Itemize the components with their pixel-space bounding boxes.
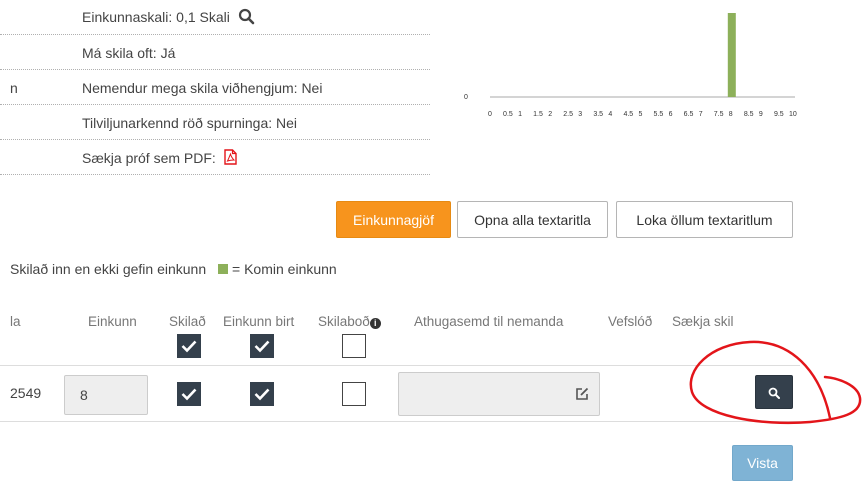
red-annotation-circle bbox=[689, 340, 862, 425]
divider bbox=[0, 139, 430, 140]
save-button[interactable]: Vista bbox=[732, 445, 793, 481]
select-all-submitted-checkbox[interactable] bbox=[177, 334, 201, 358]
x-tick-label: 3.5 bbox=[593, 111, 604, 118]
pdf-icon[interactable] bbox=[224, 149, 237, 168]
legend: Skilað inn en ekki gefin einkunn = Komin… bbox=[10, 261, 337, 277]
legend-swatch bbox=[218, 264, 229, 274]
comment-field[interactable] bbox=[398, 372, 600, 416]
open-all-editors-button[interactable]: Opna alla textaritla bbox=[457, 201, 608, 238]
y-tick-label: 0 bbox=[464, 94, 468, 101]
x-tick-label: 5.5 bbox=[653, 111, 664, 118]
legend-text: Skilað inn en ekki gefin einkunn bbox=[10, 261, 207, 277]
x-tick-label: 0 bbox=[488, 111, 492, 118]
divider bbox=[0, 34, 430, 35]
x-tick-label: 7 bbox=[698, 111, 703, 118]
pdf-row: Sækja próf sem PDF: bbox=[82, 149, 237, 168]
grade-scale-text: Einkunnaskali: 0,1 Skali bbox=[82, 9, 230, 25]
header-grade: Einkunn bbox=[88, 314, 137, 329]
x-tick-label: 4.5 bbox=[623, 111, 634, 118]
pdf-text: Sækja próf sem PDF: bbox=[82, 150, 216, 166]
select-all-published-checkbox[interactable] bbox=[250, 334, 274, 358]
header-messages-label: Skilaboð bbox=[318, 314, 370, 329]
x-tick-label: 0.5 bbox=[503, 111, 513, 118]
header-submitted: Skilað bbox=[169, 314, 206, 329]
info-icon[interactable]: i bbox=[369, 318, 381, 329]
x-tick-label: 2 bbox=[548, 111, 553, 118]
header-comment: Athugasemd til nemanda bbox=[414, 314, 564, 329]
legend-came-label: = Komin einkunn bbox=[232, 261, 337, 277]
x-tick-label: 9 bbox=[758, 111, 763, 118]
attachments-text: Nemendur mega skila viðhengjum: Nei bbox=[82, 80, 323, 96]
header-grade-published: Einkunn birt bbox=[223, 314, 295, 329]
divider bbox=[0, 69, 430, 70]
message-checkbox[interactable] bbox=[342, 382, 366, 406]
x-tick-label: 8.5 bbox=[743, 111, 754, 118]
x-tick-label: 7.5 bbox=[713, 111, 724, 118]
random-order-text: Tilviljunarkennd röð spurninga: Nei bbox=[82, 115, 298, 131]
close-all-editors-button[interactable]: Loka öllum textaritlum bbox=[616, 201, 793, 238]
x-tick-label: 8 bbox=[728, 111, 733, 118]
x-tick-label: 5 bbox=[638, 111, 643, 118]
search-icon[interactable] bbox=[238, 8, 255, 28]
published-checkbox[interactable] bbox=[250, 382, 274, 406]
student-id: 2549 bbox=[10, 385, 42, 401]
header-first: la bbox=[10, 314, 21, 329]
submitted-checkbox[interactable] bbox=[177, 382, 201, 406]
chart-bar bbox=[727, 13, 736, 97]
x-tick-label: 9.5 bbox=[773, 111, 784, 118]
x-tick-label: 1.5 bbox=[533, 111, 543, 118]
grade-scale-row: Einkunnaskali: 0,1 Skali bbox=[82, 8, 255, 28]
grade-input[interactable]: 8 bbox=[64, 375, 148, 415]
x-tick-label: 3 bbox=[578, 111, 583, 118]
edit-icon[interactable] bbox=[575, 387, 589, 404]
x-tick-label: 4 bbox=[608, 111, 613, 118]
divider bbox=[0, 104, 430, 105]
header-fetch: Sækja skil bbox=[672, 314, 734, 329]
header-web-link: Vefslóð bbox=[608, 314, 653, 329]
x-tick-label: 1 bbox=[518, 111, 522, 118]
x-tick-label: 6 bbox=[668, 111, 673, 118]
x-tick-label: 6.5 bbox=[683, 111, 694, 118]
submit-often-text: Má skila oft: Já bbox=[82, 45, 176, 61]
x-tick-label: 2.5 bbox=[563, 111, 573, 118]
divider bbox=[0, 174, 430, 175]
header-messages: Skilaboð i bbox=[318, 314, 381, 329]
grading-button[interactable]: Einkunnagjöf bbox=[336, 201, 451, 238]
select-all-messages-checkbox[interactable] bbox=[342, 334, 366, 358]
x-tick-label: 10 bbox=[789, 111, 797, 118]
left-cut-text: n bbox=[10, 80, 18, 96]
